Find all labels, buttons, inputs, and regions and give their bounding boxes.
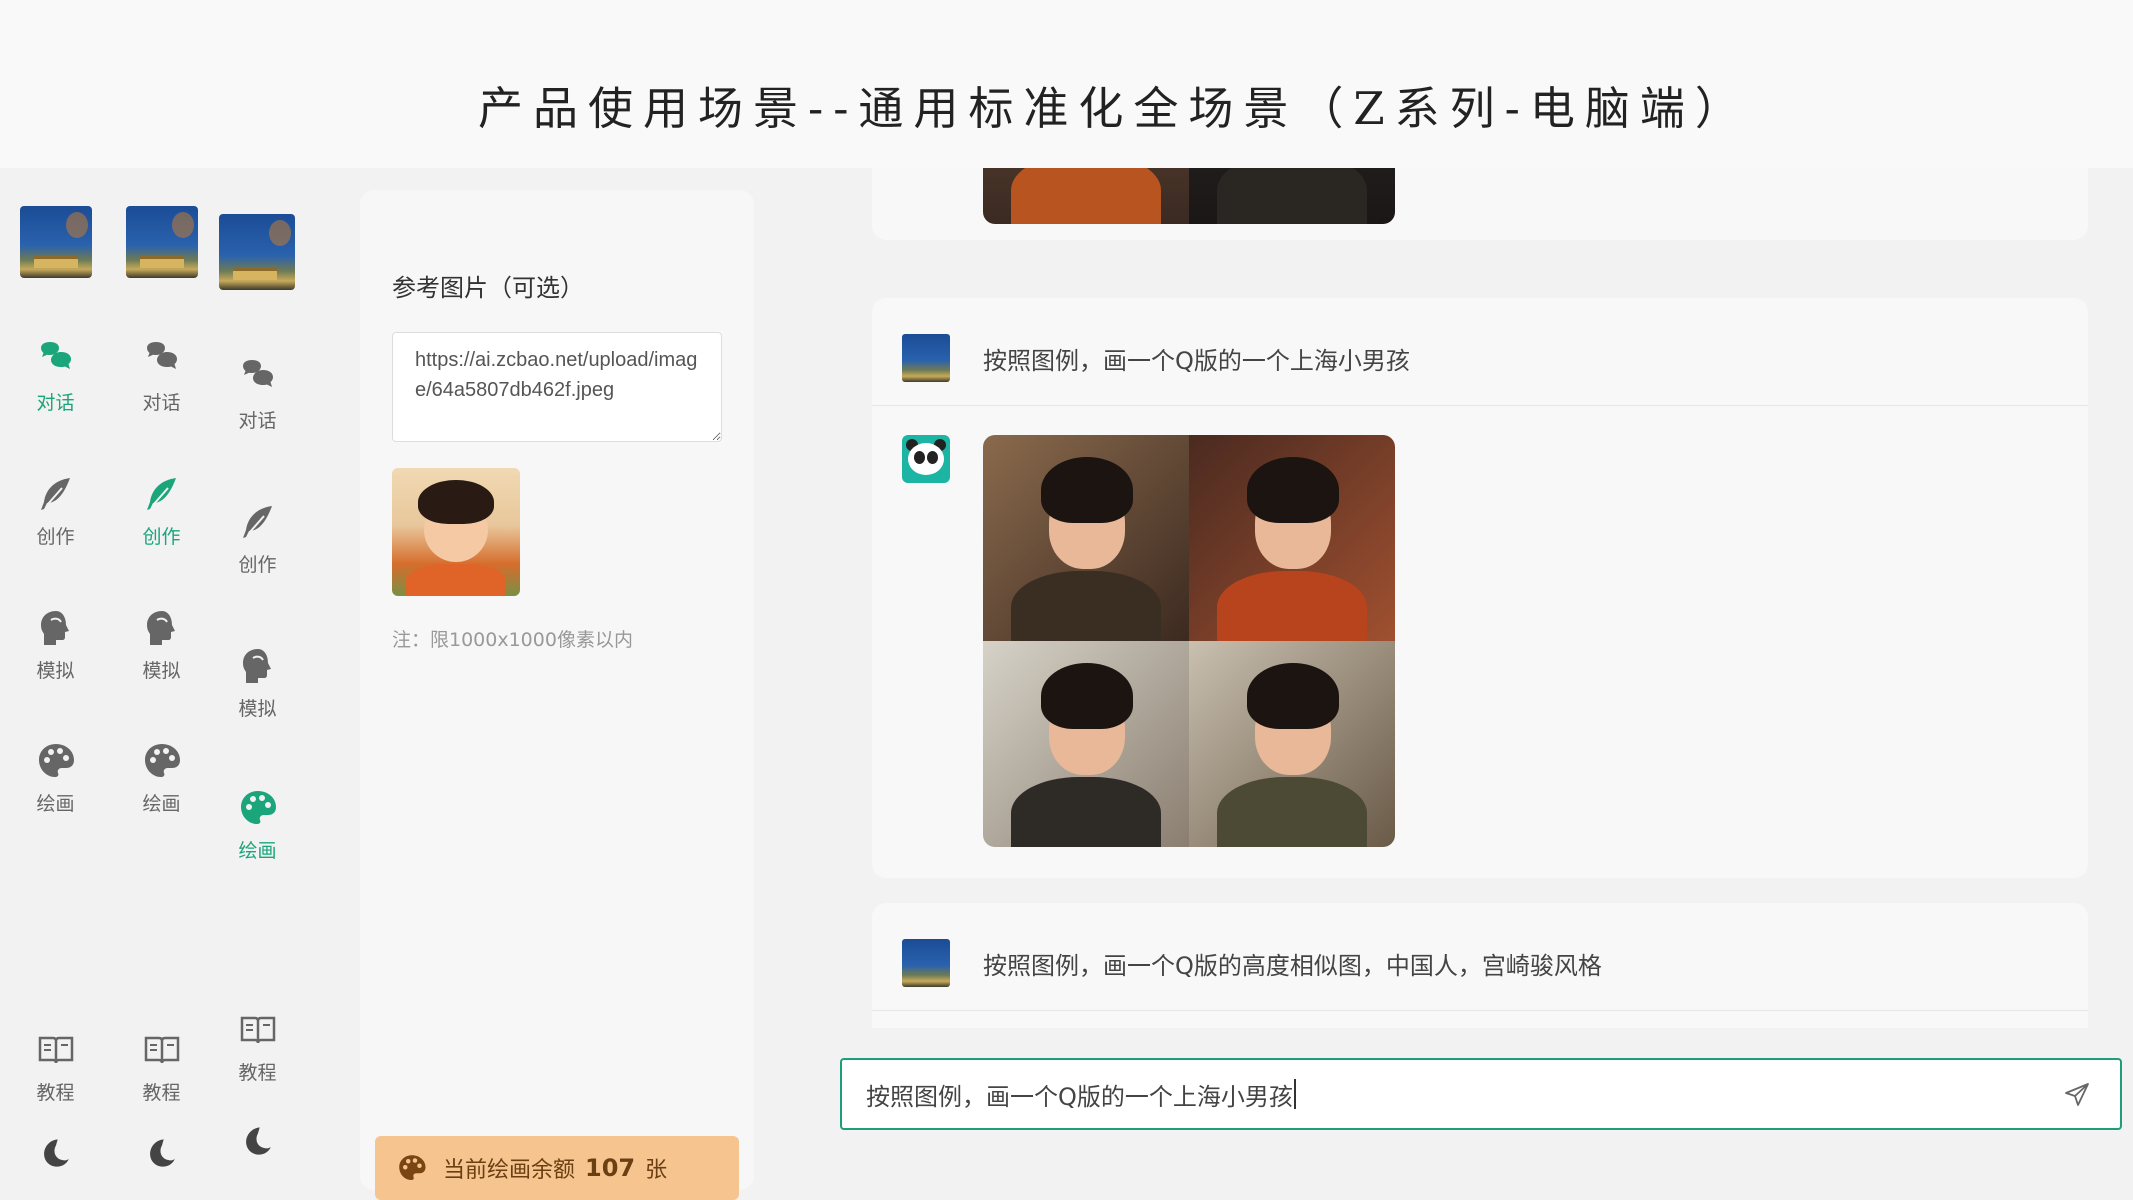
title-bar: 产品使用场景--通用标准化全场景（Z系列-电脑端） (0, 0, 2133, 168)
chat-area: 按照图例，画一个Q版的一个上海小男孩 按照图例，画一个Q版的高度相似图，中国人，… (872, 168, 2088, 1028)
user-message-text: 按照图例，画一个Q版的高度相似图，中国人，宫崎骏风格 (983, 951, 1602, 980)
nav-simulate[interactable]: 模拟 (205, 646, 310, 736)
prompt-input-value: 按照图例，画一个Q版的一个上海小男孩 (866, 1082, 1293, 1111)
text-caret (1293, 1079, 1296, 1109)
chat-icon (146, 342, 177, 369)
divider (872, 405, 2088, 406)
nav-chat-label: 对话 (142, 392, 181, 414)
nav-chat-label: 对话 (238, 410, 277, 432)
palette-icon (38, 744, 74, 777)
nav-tutorial[interactable]: 教程 (109, 1030, 214, 1120)
book-icon (38, 1036, 73, 1064)
send-icon[interactable] (2064, 1082, 2090, 1108)
generated-image-4[interactable] (1189, 641, 1395, 847)
chat-icon (242, 360, 273, 387)
message-card: 按照图例，画一个Q版的一个上海小男孩 (872, 298, 2088, 878)
sidebar-column-1: 对话 创作 模拟 绘画 教程 (3, 168, 108, 1200)
user-message: 按照图例，画一个Q版的高度相似图，中国人，宫崎骏风格 (902, 939, 1602, 987)
sidebar-column-2: 对话 创作 模拟 绘画 教程 (109, 168, 214, 1200)
nav-paint[interactable]: 绘画 (3, 741, 108, 831)
nav-simulate-label: 模拟 (238, 698, 277, 720)
feather-icon (242, 506, 272, 538)
book-icon (240, 1016, 275, 1044)
generated-image-grid[interactable] (983, 435, 1395, 847)
nav-paint-label: 绘画 (238, 840, 277, 862)
nav-create[interactable]: 创作 (3, 474, 108, 564)
message-card: 按照图例，画一个Q版的高度相似图，中国人，宫崎骏风格 (872, 903, 2088, 1028)
nav-tutorial-label: 教程 (142, 1082, 181, 1104)
nav-paint-label: 绘画 (142, 793, 181, 815)
page-title: 产品使用场景--通用标准化全场景（Z系列-电脑端） (478, 82, 1750, 135)
size-note: 注：限1000x1000像素以内 (392, 629, 633, 651)
nav-create-label: 创作 (238, 554, 277, 576)
nav-simulate-label: 模拟 (36, 660, 75, 682)
palette-icon (240, 791, 276, 824)
user-avatar[interactable] (126, 206, 198, 278)
nav-chat[interactable]: 对话 (109, 340, 214, 430)
reference-thumbnail[interactable] (392, 468, 520, 596)
nav-chat[interactable]: 对话 (3, 340, 108, 430)
nav-paint[interactable]: 绘画 (109, 741, 214, 831)
nav-create-label: 创作 (36, 526, 75, 548)
app-body: 对话 创作 模拟 绘画 教程 对话 创作 模拟 绘画 教程 对话 创作 模拟 绘… (0, 168, 2133, 1200)
nav-tutorial-label: 教程 (238, 1062, 277, 1084)
nav-simulate[interactable]: 模拟 (109, 608, 214, 698)
nav-create-label: 创作 (142, 526, 181, 548)
moon-icon[interactable] (39, 1136, 73, 1170)
moon-icon[interactable] (241, 1124, 275, 1158)
head-icon (40, 611, 69, 645)
chat-icon (40, 342, 71, 369)
nav-tutorial[interactable]: 教程 (205, 1010, 310, 1100)
user-message: 按照图例，画一个Q版的一个上海小男孩 (902, 334, 1410, 382)
quota-prefix: 当前绘画余额 (443, 1158, 576, 1183)
nav-paint-label: 绘画 (36, 793, 75, 815)
generated-image-3[interactable] (983, 641, 1189, 847)
feather-icon (40, 478, 70, 510)
moon-icon[interactable] (145, 1136, 179, 1170)
message-card (872, 168, 2088, 240)
head-icon (146, 611, 175, 645)
generated-image-1[interactable] (983, 435, 1189, 641)
nav-create[interactable]: 创作 (205, 502, 310, 592)
nav-chat[interactable]: 对话 (205, 358, 310, 448)
quota-unit: 张 (645, 1158, 668, 1183)
nav-tutorial[interactable]: 教程 (3, 1030, 108, 1120)
user-message-text: 按照图例，画一个Q版的一个上海小男孩 (983, 346, 1410, 375)
nav-paint[interactable]: 绘画 (205, 788, 310, 878)
feather-icon (146, 478, 176, 510)
palette-icon (399, 1155, 426, 1180)
quota-badge: 当前绘画余额 107 张 (375, 1136, 739, 1200)
reference-url-input[interactable]: https://ai.zcbao.net/upload/image/64a580… (392, 332, 722, 442)
nav-chat-label: 对话 (36, 392, 75, 414)
nav-simulate-label: 模拟 (142, 660, 181, 682)
reference-label: 参考图片（可选） (392, 274, 584, 302)
user-avatar (902, 939, 950, 987)
divider (872, 1010, 2088, 1011)
user-avatar (902, 334, 950, 382)
nav-simulate[interactable]: 模拟 (3, 608, 108, 698)
nav-tutorial-label: 教程 (36, 1082, 75, 1104)
quota-value: 107 (585, 1154, 636, 1182)
user-avatar[interactable] (20, 206, 92, 278)
head-icon (242, 649, 271, 683)
prompt-input[interactable]: 按照图例，画一个Q版的一个上海小男孩 (840, 1058, 2122, 1130)
generated-image-2[interactable] (1189, 435, 1395, 641)
palette-icon (144, 744, 180, 777)
sidebar-column-3: 对话 创作 模拟 绘画 教程 (205, 168, 310, 1200)
book-icon (144, 1036, 179, 1064)
panda-avatar-icon (902, 435, 950, 483)
reference-panel: 参考图片（可选） https://ai.zcbao.net/upload/ima… (360, 190, 754, 1200)
generated-image-partial[interactable] (983, 168, 1395, 224)
nav-create[interactable]: 创作 (109, 474, 214, 564)
user-avatar[interactable] (219, 214, 295, 290)
